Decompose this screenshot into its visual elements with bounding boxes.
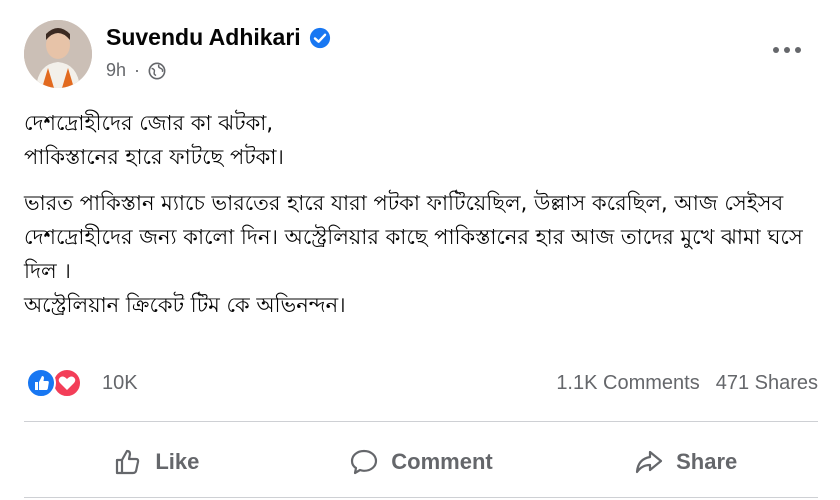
reaction-icons — [24, 366, 88, 400]
engagement-stats: 1.1K Comments 471 Shares — [556, 372, 818, 395]
avatar[interactable] — [24, 20, 92, 88]
post-time[interactable]: 9h — [106, 60, 126, 81]
share-label: Share — [676, 449, 738, 474]
comment-label: Comment — [391, 449, 493, 474]
comment-icon — [351, 449, 378, 475]
love-reaction-icon — [52, 368, 82, 398]
thumbs-up-icon — [116, 449, 140, 475]
share-icon — [635, 450, 663, 474]
shares-count[interactable]: 471 Shares — [716, 372, 818, 395]
like-reaction-icon — [26, 368, 56, 398]
post-text: দেশদ্রোহীদের জোর কা ঝটকা, পাকিস্তানের হা… — [24, 106, 824, 334]
post-paragraph: ভারত পাকিস্তান ম্যাচে ভারতের হারে যারা প… — [24, 191, 803, 317]
post-meta: 9h · — [106, 60, 166, 81]
globe-icon[interactable] — [148, 62, 166, 80]
divider — [24, 421, 818, 422]
like-label: Like — [155, 449, 200, 474]
profile-photo — [24, 20, 92, 88]
reactions-count: 10K — [102, 371, 138, 394]
reactions-summary[interactable]: 10K — [24, 366, 138, 400]
meta-separator: · — [134, 60, 141, 80]
share-button[interactable]: Share — [553, 440, 818, 484]
verified-badge-icon — [309, 27, 331, 49]
author-name[interactable]: Suvendu Adhikari — [106, 24, 301, 51]
comments-count[interactable]: 1.1K Comments — [556, 372, 699, 395]
post-paragraph: দেশদ্রোহীদের জোর কা ঝটকা, পাকিস্তানের হা… — [24, 111, 284, 169]
author-row: Suvendu Adhikari — [106, 24, 331, 51]
facebook-post: Suvendu Adhikari 9h · দেশদ্রোহীদের জোর ক… — [0, 0, 840, 500]
action-bar: Like Comment Share — [24, 440, 818, 484]
divider — [24, 497, 818, 498]
comment-button[interactable]: Comment — [289, 440, 554, 484]
like-button[interactable]: Like — [24, 440, 289, 484]
more-options-icon[interactable] — [770, 40, 804, 60]
